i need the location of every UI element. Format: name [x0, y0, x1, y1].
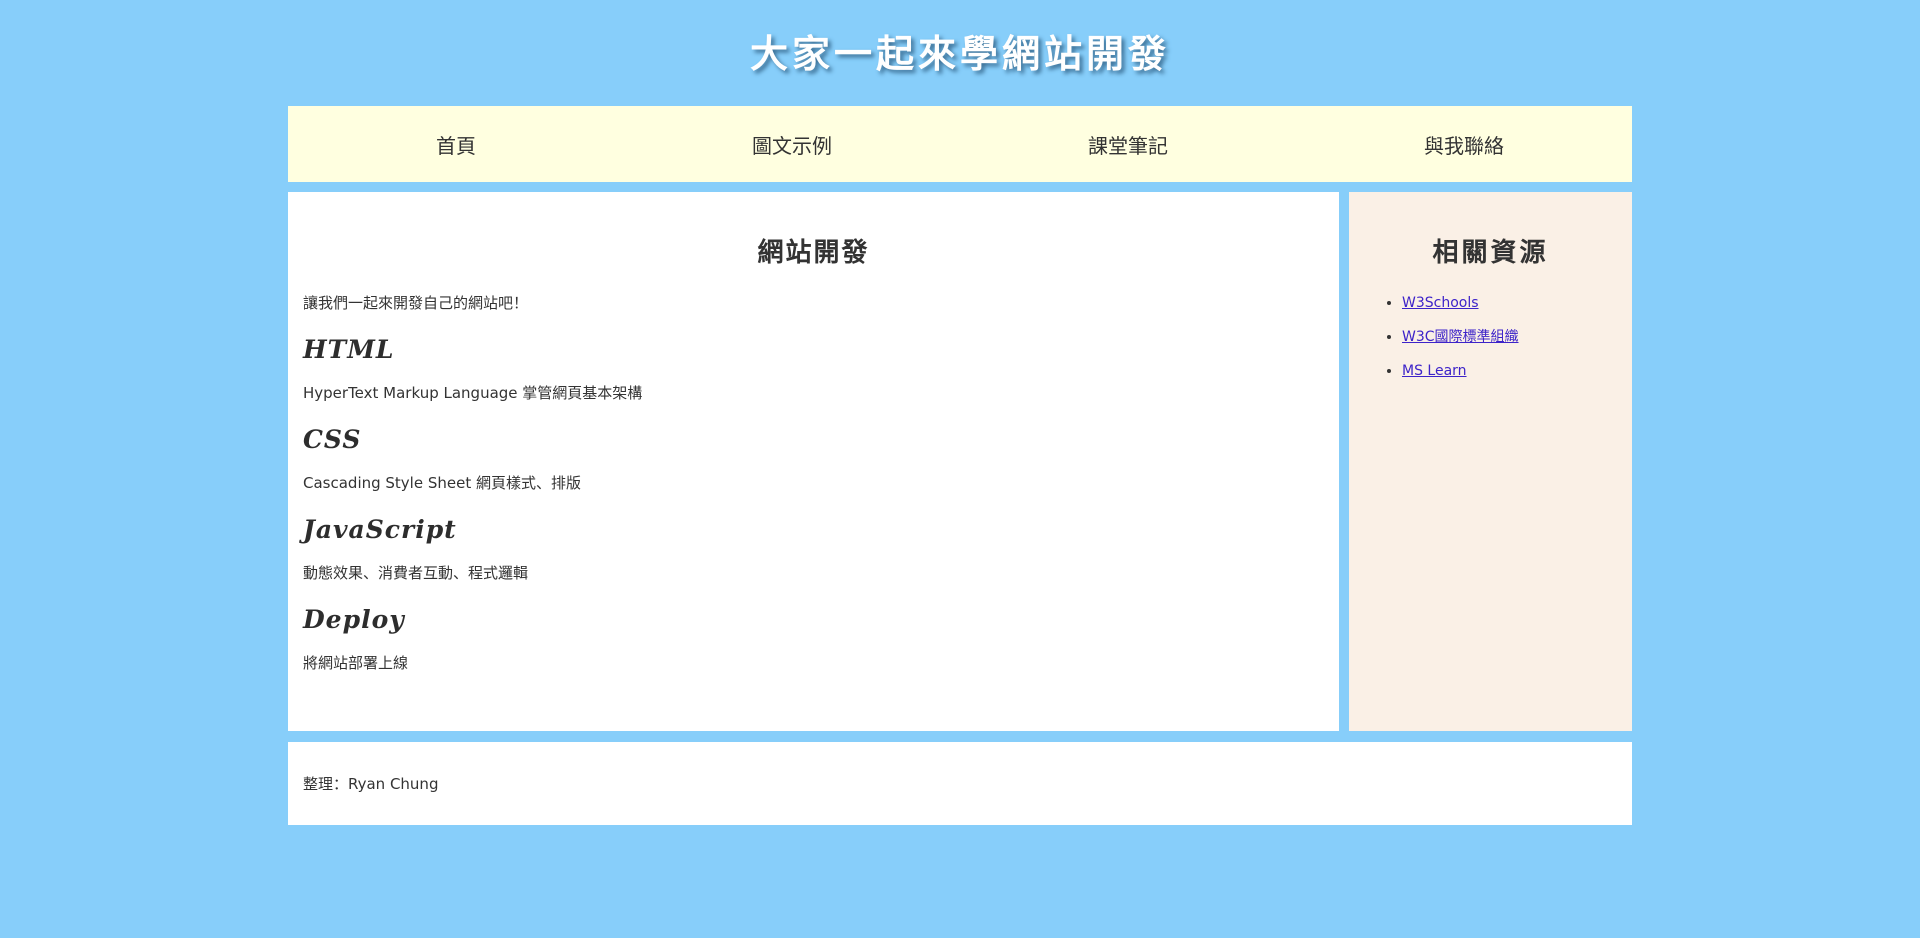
topic-heading-css: CSS	[303, 425, 362, 454]
main-nav: 首頁 圖文示例 課堂筆記 與我聯絡	[288, 106, 1632, 182]
nav-item-notes[interactable]: 課堂筆記	[960, 106, 1296, 182]
list-item: W3Schools	[1402, 293, 1617, 313]
resource-list: W3Schools W3C國際標準組織 MS Learn	[1364, 293, 1617, 381]
link-w3schools[interactable]: W3Schools	[1402, 295, 1479, 311]
topic-description-javascript: 動態效果、消費者互動、程式邏輯	[303, 564, 529, 582]
site-header: 大家一起來學網站開發	[0, 0, 1920, 106]
nav-item-contact[interactable]: 與我聯絡	[1296, 106, 1632, 182]
topic-description-css: Cascading Style Sheet 網頁樣式、排版	[303, 474, 581, 492]
topic-description-deploy: 將網站部署上線	[303, 654, 409, 672]
intro-text: 讓我們一起來開發自己的網站吧！	[303, 294, 529, 312]
nav-item-gallery[interactable]: 圖文示例	[624, 106, 960, 182]
topic-heading-deploy: Deploy	[303, 605, 405, 634]
resources-sidebar: 相關資源 W3Schools W3C國際標準組織 MS Learn	[1349, 192, 1632, 731]
topic-heading-html: HTML	[303, 335, 395, 364]
section-title: 網站開發	[757, 238, 870, 268]
list-item: MS Learn	[1402, 361, 1617, 381]
site-title: 大家一起來學網站開發	[749, 30, 1170, 76]
footer-credit: 整理：Ryan Chung	[303, 775, 439, 793]
main-content: 網站開發 讓我們一起來開發自己的網站吧！ HTML HyperText Mark…	[288, 192, 1339, 731]
topic-description-html: HyperText Markup Language 掌管網頁基本架構	[303, 384, 643, 402]
list-item: W3C國際標準組織	[1402, 327, 1617, 347]
sidebar-title: 相關資源	[1432, 238, 1549, 268]
link-ms-learn[interactable]: MS Learn	[1402, 363, 1467, 379]
topic-heading-javascript: JavaScript	[303, 515, 457, 544]
link-w3c[interactable]: W3C國際標準組織	[1402, 329, 1519, 345]
nav-item-home[interactable]: 首頁	[288, 106, 624, 182]
footer: 整理：Ryan Chung	[288, 742, 1632, 825]
